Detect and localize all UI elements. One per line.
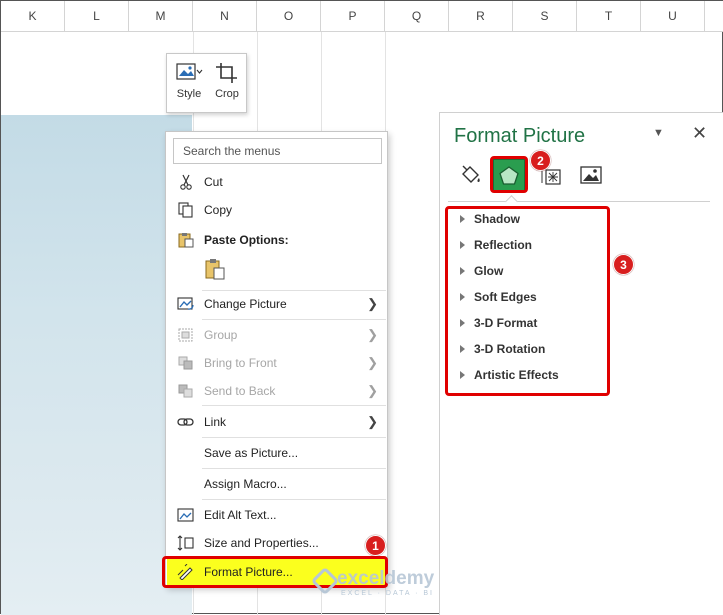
bring-to-front-icon xyxy=(178,356,193,370)
menu-item-label: Cut xyxy=(204,175,223,189)
menu-item-cut[interactable]: Cut xyxy=(167,169,387,195)
crop-label: Crop xyxy=(215,88,239,100)
menu-item-label: Send to Back xyxy=(204,384,276,398)
chevron-right-icon: ❯ xyxy=(367,383,378,398)
watermark-brand: exceldemy xyxy=(337,568,435,589)
selected-picture[interactable] xyxy=(1,115,192,615)
chevron-right-icon: ❯ xyxy=(367,327,378,342)
tab-fill-line[interactable] xyxy=(455,159,487,191)
column-header-p[interactable]: P xyxy=(321,1,385,31)
annotation-effects-tab-box xyxy=(490,156,528,193)
alt-text-icon xyxy=(177,508,194,522)
menu-item-assign-macro[interactable]: Assign Macro... xyxy=(167,471,387,497)
picture-icon xyxy=(580,166,602,184)
menu-item-label: Link xyxy=(204,415,227,429)
style-button[interactable]: Style xyxy=(171,60,207,108)
scissors-icon xyxy=(180,174,192,190)
menu-item-link[interactable]: Link ❯ xyxy=(167,409,387,435)
crop-icon xyxy=(216,63,237,83)
menu-item-send-to-back[interactable]: Send to Back ❯ xyxy=(167,378,387,404)
menu-separator xyxy=(202,405,386,406)
paste-keep-format-button[interactable] xyxy=(203,257,227,281)
column-header-n[interactable]: N xyxy=(193,1,257,31)
pane-divider xyxy=(448,201,710,202)
crop-button[interactable]: Crop xyxy=(209,60,245,108)
menu-item-copy[interactable]: Copy xyxy=(167,197,387,223)
exceldemy-logo-icon xyxy=(310,566,340,596)
pane-options-dropdown-icon[interactable]: ▼ xyxy=(653,127,664,139)
mini-toolbar: Style Crop xyxy=(166,53,247,113)
link-icon xyxy=(177,418,194,426)
menu-item-size-and-properties[interactable]: Size and Properties... xyxy=(167,530,387,556)
watermark-tagline: EXCEL · DATA · BI xyxy=(341,590,434,597)
menu-item-label: Edit Alt Text... xyxy=(204,508,277,522)
column-header-k[interactable]: K xyxy=(1,1,65,31)
column-header-m[interactable]: M xyxy=(129,1,193,31)
change-picture-icon xyxy=(177,297,194,310)
chevron-right-icon: ❯ xyxy=(367,296,378,311)
menu-item-label: Change Picture xyxy=(204,297,287,311)
paste-options-heading: Paste Options: xyxy=(167,227,387,253)
column-header-o[interactable]: O xyxy=(257,1,321,31)
menu-item-group[interactable]: Group ❯ xyxy=(167,322,387,348)
picture-style-icon xyxy=(176,63,203,80)
paint-bucket-icon xyxy=(462,165,480,183)
size-properties-icon xyxy=(177,535,194,551)
menu-item-label: Paste Options: xyxy=(204,233,289,247)
menu-separator xyxy=(202,437,386,438)
tab-picture[interactable] xyxy=(575,159,607,191)
column-header-row: K L M N O P Q R S T U xyxy=(1,1,723,32)
style-label: Style xyxy=(176,88,202,100)
menu-search-input[interactable]: Search the menus xyxy=(173,138,382,164)
chevron-right-icon: ❯ xyxy=(367,355,378,370)
menu-item-change-picture[interactable]: Change Picture ❯ xyxy=(167,291,387,317)
annotation-sections-box xyxy=(445,206,610,396)
column-header-u[interactable]: U xyxy=(641,1,705,31)
context-menu: Search the menus Cut Copy Paste Options: xyxy=(165,131,388,587)
chevron-right-icon: ❯ xyxy=(367,414,378,429)
menu-separator xyxy=(202,468,386,469)
menu-item-label: Save as Picture... xyxy=(204,446,299,460)
paste-icon xyxy=(178,233,194,248)
menu-item-label: Copy xyxy=(204,203,233,217)
column-header-s[interactable]: S xyxy=(513,1,577,31)
menu-item-label: Size and Properties... xyxy=(204,536,319,550)
menu-item-label: Group xyxy=(204,328,238,342)
group-icon xyxy=(178,328,193,342)
step-badge-3: 3 xyxy=(613,254,634,275)
send-to-back-icon xyxy=(178,384,193,398)
menu-item-edit-alt-text[interactable]: Edit Alt Text... xyxy=(167,502,387,528)
step-badge-2: 2 xyxy=(530,150,551,171)
close-icon[interactable]: ✕ xyxy=(692,123,707,144)
column-header-q[interactable]: Q xyxy=(385,1,449,31)
column-header-l[interactable]: L xyxy=(65,1,129,31)
menu-item-label: Assign Macro... xyxy=(204,477,287,491)
step-badge-1: 1 xyxy=(365,535,386,556)
menu-item-bring-to-front[interactable]: Bring to Front ❯ xyxy=(167,350,387,376)
menu-item-save-as-picture[interactable]: Save as Picture... xyxy=(167,440,387,466)
column-header-r[interactable]: R xyxy=(449,1,513,31)
column-header-t[interactable]: T xyxy=(577,1,641,31)
copy-icon xyxy=(178,202,193,218)
watermark: exceldemy EXCEL · DATA · BI xyxy=(310,566,441,601)
pane-title: Format Picture xyxy=(454,125,586,147)
menu-separator xyxy=(202,319,386,320)
menu-item-label: Bring to Front xyxy=(204,356,277,370)
paste-clipboard-icon xyxy=(205,259,225,280)
menu-separator xyxy=(202,499,386,500)
